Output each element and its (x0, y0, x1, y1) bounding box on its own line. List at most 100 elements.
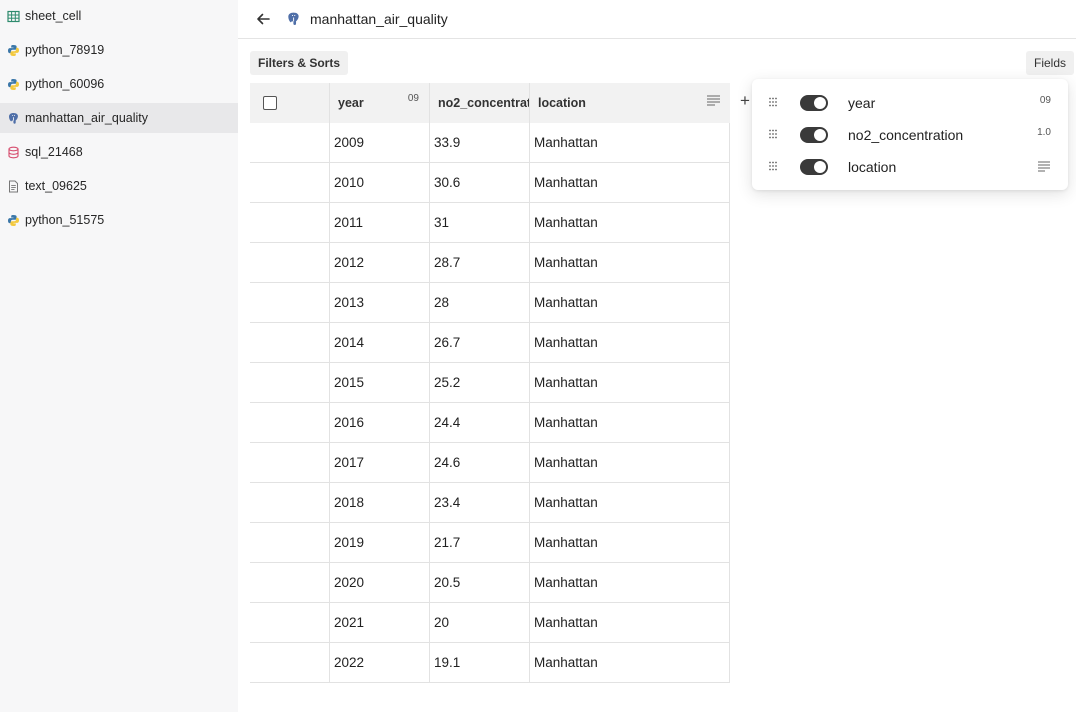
table-row[interactable]: 2015 25.2 Manhattan (250, 363, 730, 403)
row-select-cell[interactable] (250, 443, 330, 482)
row-select-cell[interactable] (250, 243, 330, 282)
row-select-cell[interactable] (250, 203, 330, 242)
cell-no2-concentration[interactable]: 30.6 (430, 163, 530, 202)
table-row[interactable]: 2010 30.6 Manhattan (250, 163, 730, 203)
cell-location[interactable]: Manhattan (530, 363, 730, 402)
table-row[interactable]: 2009 33.9 Manhattan (250, 123, 730, 163)
fields-button[interactable]: Fields (1026, 51, 1074, 75)
sidebar-item-label: text_09625 (25, 179, 87, 193)
sidebar-item-text-09625[interactable]: text_09625 (0, 171, 238, 201)
cell-location[interactable]: Manhattan (530, 403, 730, 442)
table-row[interactable]: 2013 28 Manhattan (250, 283, 730, 323)
cell-no2-concentration[interactable]: 28 (430, 283, 530, 322)
cell-no2-concentration[interactable]: 20.5 (430, 563, 530, 602)
cell-location[interactable]: Manhattan (530, 443, 730, 482)
text-type-icon (1038, 161, 1050, 172)
cell-year[interactable]: 2009 (330, 123, 430, 162)
drag-handle-icon[interactable] (768, 161, 778, 171)
cell-no2-concentration[interactable]: 23.4 (430, 483, 530, 522)
cell-year[interactable]: 2018 (330, 483, 430, 522)
back-arrow-icon[interactable] (254, 10, 272, 28)
row-select-cell[interactable] (250, 483, 330, 522)
text-file-icon (7, 180, 20, 193)
python-icon (7, 214, 20, 227)
cell-location[interactable]: Manhattan (530, 643, 730, 682)
sidebar-item-manhattan-air-quality[interactable]: manhattan_air_quality (0, 103, 238, 133)
field-name: location (848, 159, 897, 175)
cell-no2-concentration[interactable]: 33.9 (430, 123, 530, 162)
cell-year[interactable]: 2021 (330, 603, 430, 642)
cell-location[interactable]: Manhattan (530, 483, 730, 522)
field-row-location: location (752, 151, 1068, 183)
cell-location[interactable]: Manhattan (530, 323, 730, 362)
cell-no2-concentration[interactable]: 24.6 (430, 443, 530, 482)
cell-location[interactable]: Manhattan (530, 243, 730, 282)
cell-year[interactable]: 2019 (330, 523, 430, 562)
cell-no2-concentration[interactable]: 21.7 (430, 523, 530, 562)
row-select-cell[interactable] (250, 363, 330, 402)
cell-no2-concentration[interactable]: 26.7 (430, 323, 530, 362)
row-select-cell[interactable] (250, 163, 330, 202)
table-row[interactable]: 2016 24.4 Manhattan (250, 403, 730, 443)
cell-location[interactable]: Manhattan (530, 563, 730, 602)
cell-location[interactable]: Manhattan (530, 283, 730, 322)
sidebar-item-sql-21468[interactable]: sql_21468 (0, 137, 238, 167)
table-row[interactable]: 2021 20 Manhattan (250, 603, 730, 643)
cell-location[interactable]: Manhattan (530, 163, 730, 202)
cell-year[interactable]: 2014 (330, 323, 430, 362)
cell-year[interactable]: 2010 (330, 163, 430, 202)
row-select-cell[interactable] (250, 283, 330, 322)
sidebar-item-label: manhattan_air_quality (25, 111, 148, 125)
field-visibility-toggle[interactable] (800, 95, 828, 111)
cell-location[interactable]: Manhattan (530, 123, 730, 162)
select-all-checkbox[interactable] (263, 96, 277, 110)
postgres-icon (7, 112, 20, 125)
sidebar-item-python-60096[interactable]: python_60096 (0, 69, 238, 99)
cell-year[interactable]: 2022 (330, 643, 430, 682)
cell-year[interactable]: 2017 (330, 443, 430, 482)
cell-location[interactable]: Manhattan (530, 203, 730, 242)
filters-sorts-button[interactable]: Filters & Sorts (250, 51, 349, 75)
cell-year[interactable]: 2013 (330, 283, 430, 322)
cell-no2-concentration[interactable]: 24.4 (430, 403, 530, 442)
row-select-cell[interactable] (250, 123, 330, 162)
cell-year[interactable]: 2015 (330, 363, 430, 402)
row-select-cell[interactable] (250, 643, 330, 682)
cell-year[interactable]: 2011 (330, 203, 430, 242)
table-row[interactable]: 2011 31 Manhattan (250, 203, 730, 243)
field-visibility-toggle[interactable] (800, 127, 828, 143)
table-row[interactable]: 2019 21.7 Manhattan (250, 523, 730, 563)
cell-year[interactable]: 2016 (330, 403, 430, 442)
row-select-cell[interactable] (250, 563, 330, 602)
table-row[interactable]: 2017 24.6 Manhattan (250, 443, 730, 483)
column-header-location[interactable]: location (530, 83, 730, 123)
table-row[interactable]: 2014 26.7 Manhattan (250, 323, 730, 363)
cell-no2-concentration[interactable]: 25.2 (430, 363, 530, 402)
sidebar-item-label: sheet_cell (25, 9, 82, 23)
drag-handle-icon[interactable] (768, 129, 778, 139)
cell-location[interactable]: Manhattan (530, 603, 730, 642)
column-header-no2-concentration[interactable]: no2_concentration (430, 83, 530, 123)
column-header-year[interactable]: year 09 (330, 83, 430, 123)
cell-no2-concentration[interactable]: 20 (430, 603, 530, 642)
row-select-cell[interactable] (250, 603, 330, 642)
row-select-cell[interactable] (250, 523, 330, 562)
add-column-icon[interactable]: + (740, 91, 750, 111)
table-row[interactable]: 2020 20.5 Manhattan (250, 563, 730, 603)
table-row[interactable]: 2022 19.1 Manhattan (250, 643, 730, 683)
cell-no2-concentration[interactable]: 31 (430, 203, 530, 242)
cell-no2-concentration[interactable]: 19.1 (430, 643, 530, 682)
drag-handle-icon[interactable] (768, 97, 778, 107)
sidebar-item-sheet-cell[interactable]: sheet_cell (0, 1, 238, 31)
cell-year[interactable]: 2020 (330, 563, 430, 602)
sidebar-item-python-78919[interactable]: python_78919 (0, 35, 238, 65)
cell-year[interactable]: 2012 (330, 243, 430, 282)
table-row[interactable]: 2018 23.4 Manhattan (250, 483, 730, 523)
table-row[interactable]: 2012 28.7 Manhattan (250, 243, 730, 283)
row-select-cell[interactable] (250, 403, 330, 442)
cell-no2-concentration[interactable]: 28.7 (430, 243, 530, 282)
sidebar-item-python-51575[interactable]: python_51575 (0, 205, 238, 235)
cell-location[interactable]: Manhattan (530, 523, 730, 562)
field-visibility-toggle[interactable] (800, 159, 828, 175)
row-select-cell[interactable] (250, 323, 330, 362)
